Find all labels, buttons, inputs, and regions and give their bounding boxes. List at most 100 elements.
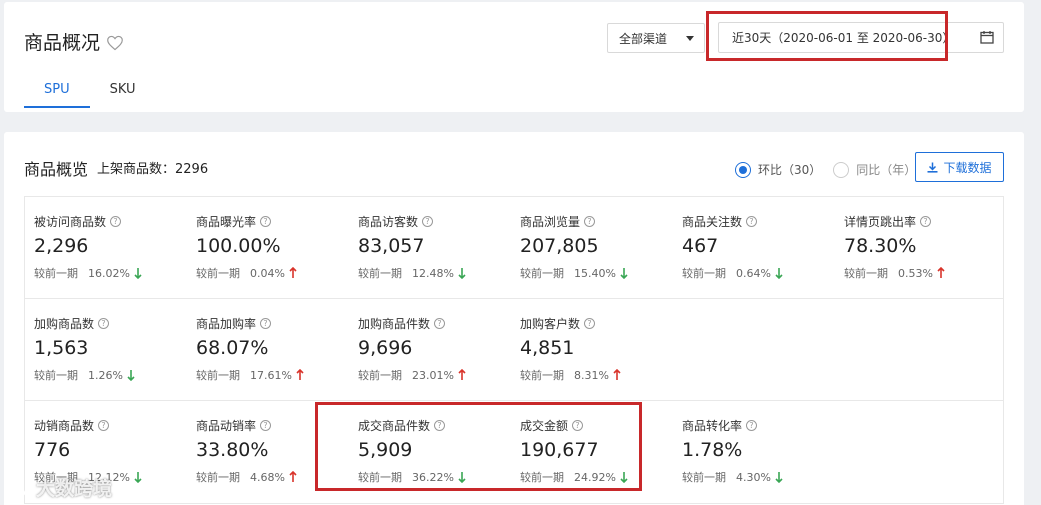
overview-card: 商品概览 上架商品数：2296 环比（30） 同比（年） 下载数据 被访问商品数… xyxy=(4,132,1024,505)
help-icon[interactable]: ? xyxy=(260,215,272,227)
metric-name: 加购商品数? xyxy=(34,315,196,331)
channel-select-value: 全部渠道 xyxy=(619,31,668,46)
metric-value: 1,563 xyxy=(34,337,89,359)
metric-value: 467 xyxy=(682,235,719,257)
metric-value: 83,057 xyxy=(358,235,425,257)
metric-compare: 较前一期 0.53% xyxy=(844,265,1006,281)
metrics-grid: 被访问商品数? 2,296 较前一期 16.02% 商品曝光率? 100.00% 较前一期 0… xyxy=(24,196,1004,504)
tab-spu[interactable]: SPU xyxy=(24,82,90,108)
metric-card: 成交商品件数? 5,909 较前一期 36.22% xyxy=(358,417,520,485)
metric-name-text: 成交商品件数 xyxy=(358,418,431,433)
metric-card: 详情页跳出率? 78.30% 较前一期 0.53% xyxy=(844,213,1006,281)
metric-value: 207,805 xyxy=(520,235,599,257)
metric-name: 成交金额? xyxy=(520,417,682,433)
metric-name: 加购商品件数? xyxy=(358,315,520,331)
compare-label: 较前一期 xyxy=(844,267,888,280)
date-range-value: 近30天（2020-06-01 至 2020-06-30） xyxy=(732,31,955,45)
download-button[interactable]: 下载数据 xyxy=(915,152,1004,182)
help-icon[interactable]: ? xyxy=(434,419,446,431)
help-icon[interactable]: ? xyxy=(422,215,434,227)
metric-card: 加购商品件数? 9,696 较前一期 23.01% xyxy=(358,315,520,383)
help-icon[interactable]: ? xyxy=(572,419,584,431)
header-card: 商品概况 全部渠道 近30天（2020-06-01 至 2020-06-30） … xyxy=(4,2,1024,112)
metric-name-text: 商品加购率 xyxy=(196,316,257,331)
compare-label: 较前一期 xyxy=(682,471,726,484)
help-icon[interactable]: ? xyxy=(920,215,932,227)
metric-change: 8.31% xyxy=(574,368,609,382)
metric-compare: 较前一期 4.30% xyxy=(682,469,844,485)
metric-name: 动销商品数? xyxy=(34,417,196,433)
listed-count: 上架商品数：2296 xyxy=(97,162,209,177)
metric-name-text: 加购商品数 xyxy=(34,316,95,331)
help-icon[interactable]: ? xyxy=(260,317,272,329)
radio-mom-label[interactable]: 环比（30） xyxy=(758,161,821,178)
metric-compare: 较前一期 8.31% xyxy=(520,367,682,383)
metric-name: 商品转化率? xyxy=(682,417,844,433)
metric-card: 商品关注数? 467 较前一期 0.64% xyxy=(682,213,844,281)
metric-name: 商品访客数? xyxy=(358,213,520,229)
metric-compare: 较前一期 36.22% xyxy=(358,469,520,485)
metric-name: 被访问商品数? xyxy=(34,213,196,229)
metric-compare: 较前一期 23.01% xyxy=(358,367,520,383)
help-icon[interactable]: ? xyxy=(584,317,596,329)
metric-name: 商品曝光率? xyxy=(196,213,358,229)
arrow-down-icon xyxy=(458,472,466,483)
metric-value: 190,677 xyxy=(520,439,599,461)
metric-change: 12.12% xyxy=(88,470,130,484)
metric-value: 4,851 xyxy=(520,337,575,359)
metric-card: 成交金额? 190,677 较前一期 24.92% xyxy=(520,417,682,485)
metric-change: 36.22% xyxy=(412,470,454,484)
help-icon[interactable]: ? xyxy=(260,419,272,431)
metric-name-text: 商品浏览量 xyxy=(520,214,581,229)
radio-mom[interactable] xyxy=(735,161,751,178)
section-title: 商品概览 xyxy=(24,160,89,179)
metric-compare: 较前一期 15.40% xyxy=(520,265,682,281)
metric-compare: 较前一期 12.12% xyxy=(34,469,196,485)
metric-change: 0.04% xyxy=(250,266,285,280)
metric-value: 776 xyxy=(34,439,71,461)
radio-yoy[interactable] xyxy=(833,161,850,178)
metric-name: 加购客户数? xyxy=(520,315,682,331)
metric-change: 0.64% xyxy=(736,266,771,280)
arrow-down-icon xyxy=(134,268,142,279)
metric-value: 9,696 xyxy=(358,337,413,359)
help-icon[interactable]: ? xyxy=(110,215,122,227)
page-title-text: 商品概况 xyxy=(24,32,101,54)
compare-mode-group: 环比（30） 同比（年） xyxy=(735,161,928,178)
tab-bar: SPU SKU xyxy=(24,82,156,108)
metric-name-text: 商品动销率 xyxy=(196,418,257,433)
tab-sku[interactable]: SKU xyxy=(90,82,156,108)
compare-label: 较前一期 xyxy=(196,369,240,382)
help-icon[interactable]: ? xyxy=(434,317,446,329)
date-range-picker[interactable]: 近30天（2020-06-01 至 2020-06-30） xyxy=(718,22,1004,53)
help-icon[interactable]: ? xyxy=(746,215,758,227)
metric-name-text: 商品关注数 xyxy=(682,214,743,229)
metric-card: 商品加购率? 68.07% 较前一期 17.61% xyxy=(196,315,358,383)
radio-yoy-label[interactable]: 同比（年） xyxy=(856,161,916,178)
metrics-row: 被访问商品数? 2,296 较前一期 16.02% 商品曝光率? 100.00% 较前一期 0… xyxy=(25,197,1003,299)
compare-label: 较前一期 xyxy=(358,267,402,280)
help-icon[interactable]: ? xyxy=(746,419,758,431)
metric-value: 1.78% xyxy=(682,439,743,461)
metric-card: 被访问商品数? 2,296 较前一期 16.02% xyxy=(34,213,196,281)
metric-change: 23.01% xyxy=(412,368,454,382)
metric-compare: 较前一期 1.26% xyxy=(34,367,196,383)
heart-icon[interactable] xyxy=(106,34,124,50)
metric-card: 商品访客数? 83,057 较前一期 12.48% xyxy=(358,213,520,281)
metric-card: 商品动销率? 33.80% 较前一期 4.68% xyxy=(196,417,358,485)
calendar-icon[interactable] xyxy=(980,30,994,44)
help-icon[interactable]: ? xyxy=(98,317,110,329)
metric-card: 商品浏览量? 207,805 较前一期 15.40% xyxy=(520,213,682,281)
help-icon[interactable]: ? xyxy=(98,419,110,431)
metric-value: 78.30% xyxy=(844,235,917,257)
metric-name-text: 成交金额 xyxy=(520,418,569,433)
page-title: 商品概况 xyxy=(24,28,124,55)
compare-label: 较前一期 xyxy=(34,267,78,280)
channel-select[interactable]: 全部渠道 xyxy=(607,23,705,53)
metric-compare: 较前一期 16.02% xyxy=(34,265,196,281)
metric-change: 4.30% xyxy=(736,470,771,484)
metric-compare: 较前一期 17.61% xyxy=(196,367,358,383)
arrow-down-icon xyxy=(775,268,783,279)
metric-name-text: 商品访客数 xyxy=(358,214,419,229)
help-icon[interactable]: ? xyxy=(584,215,596,227)
